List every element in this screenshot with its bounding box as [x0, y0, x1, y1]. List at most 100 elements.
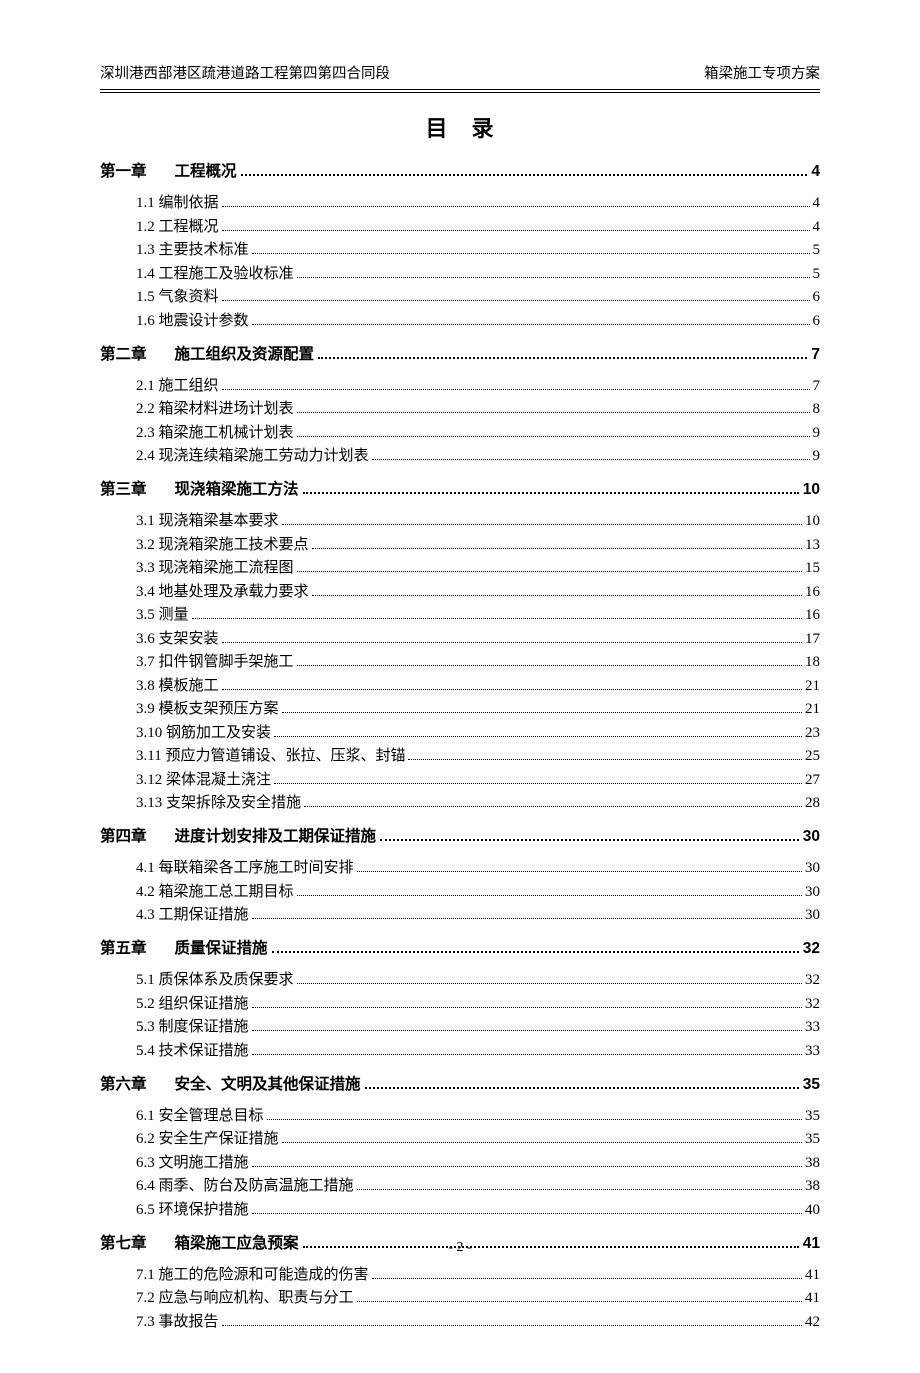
item-page: 4 — [813, 219, 821, 236]
toc-item: 4.2 箱梁施工总工期目标30 — [100, 880, 820, 901]
item-title: 梁体混凝土浇注 — [166, 768, 271, 789]
leader-dots — [312, 548, 802, 549]
leader-dots — [252, 1166, 802, 1167]
chapter-page: 30 — [803, 828, 820, 846]
item-number: 3.13 — [136, 795, 166, 812]
chapter-label: 第六章 — [100, 1072, 147, 1094]
leader-dots — [252, 918, 802, 919]
leader-dots — [222, 389, 810, 390]
header-rule — [100, 89, 820, 93]
toc-item: 6.4 雨季、防台及防高温施工措施38 — [100, 1174, 820, 1195]
item-number: 2.4 — [136, 448, 159, 465]
item-page: 15 — [805, 560, 820, 577]
item-number: 2.1 — [136, 378, 159, 395]
leader-dots — [272, 951, 799, 953]
leader-dots — [297, 665, 802, 666]
toc-item: 3.4 地基处理及承载力要求16 — [100, 580, 820, 601]
item-page: 33 — [805, 1043, 820, 1060]
toc-chapter: 第六章安全、文明及其他保证措施 35 — [100, 1072, 820, 1094]
item-number: 2.3 — [136, 425, 159, 442]
toc-chapter: 第四章进度计划安排及工期保证措施 30 — [100, 824, 820, 846]
item-title: 安全管理总目标 — [159, 1104, 264, 1125]
toc-item: 2.3 箱梁施工机械计划表 9 — [100, 421, 820, 442]
leader-dots — [241, 174, 808, 176]
leader-dots — [252, 253, 810, 254]
chapter-title: 现浇箱梁施工方法 — [175, 477, 299, 499]
item-number: 5.4 — [136, 1043, 159, 1060]
leader-dots — [297, 436, 810, 437]
item-title: 支架安装 — [159, 627, 219, 648]
item-number: 3.1 — [136, 513, 159, 530]
toc-item: 6.5 环境保护措施 40 — [100, 1198, 820, 1219]
item-number: 3.6 — [136, 631, 159, 648]
chapter-title: 质量保证措施 — [175, 936, 268, 958]
leader-dots — [297, 277, 810, 278]
item-title: 现浇连续箱梁施工劳动力计划表 — [159, 444, 369, 465]
item-page: 27 — [805, 772, 820, 789]
leader-dots — [297, 983, 802, 984]
item-title: 地基处理及承载力要求 — [159, 580, 309, 601]
chapter-page: 35 — [803, 1076, 820, 1094]
item-title: 钢筋加工及安装 — [166, 721, 271, 742]
item-page: 9 — [813, 448, 821, 465]
leader-dots — [297, 412, 810, 413]
item-title: 编制依据 — [159, 191, 219, 212]
item-number: 6.5 — [136, 1202, 159, 1219]
item-title: 支架拆除及安全措施 — [166, 791, 301, 812]
item-title: 现浇箱梁基本要求 — [159, 509, 279, 530]
leader-dots — [222, 300, 810, 301]
item-number: 4.2 — [136, 884, 159, 901]
item-page: 25 — [805, 748, 820, 765]
toc-item: 3.3 现浇箱梁施工流程图15 — [100, 556, 820, 577]
item-title: 事故报告 — [159, 1310, 219, 1331]
item-title: 气象资料 — [159, 285, 219, 306]
leader-dots — [380, 839, 799, 841]
item-page: 42 — [805, 1314, 820, 1331]
item-title: 技术保证措施 — [159, 1039, 249, 1060]
toc-item: 3.1 现浇箱梁基本要求10 — [100, 509, 820, 530]
item-page: 38 — [805, 1155, 820, 1172]
chapter-page: 7 — [811, 346, 820, 364]
item-number: 1.4 — [136, 266, 159, 283]
item-title: 工程概况 — [159, 215, 219, 236]
item-number: 3.2 — [136, 537, 159, 554]
toc-item: 2.2 箱梁材料进场计划表8 — [100, 397, 820, 418]
item-page: 5 — [813, 242, 821, 259]
item-number: 6.2 — [136, 1131, 159, 1148]
page-number: - 2 - — [0, 1240, 920, 1256]
item-title: 扣件钢管脚手架施工 — [159, 650, 294, 671]
item-number: 1.6 — [136, 313, 159, 330]
page-header: 深圳港西部港区疏港道路工程第四第四合同段 箱梁施工专项方案 — [100, 62, 820, 83]
toc-item: 3.8 模板施工21 — [100, 674, 820, 695]
toc-item: 3.12 梁体混凝土浇注27 — [100, 768, 820, 789]
item-page: 40 — [805, 1202, 820, 1219]
leader-dots — [267, 1119, 802, 1120]
item-number: 3.4 — [136, 584, 159, 601]
item-page: 6 — [813, 289, 821, 306]
item-number: 3.11 — [136, 748, 165, 765]
item-title: 工程施工及验收标准 — [159, 262, 294, 283]
item-page: 17 — [805, 631, 820, 648]
leader-dots — [252, 324, 810, 325]
toc-item: 6.2 安全生产保证措施35 — [100, 1127, 820, 1148]
item-title: 组织保证措施 — [159, 992, 249, 1013]
leader-dots — [304, 806, 802, 807]
item-title: 现浇箱梁施工流程图 — [159, 556, 294, 577]
item-title: 环境保护措施 — [159, 1198, 249, 1219]
item-title: 主要技术标准 — [159, 238, 249, 259]
toc-title: 目 录 — [100, 111, 820, 143]
toc-item: 2.4 现浇连续箱梁施工劳动力计划表 9 — [100, 444, 820, 465]
leader-dots — [252, 1007, 802, 1008]
item-page: 7 — [813, 378, 821, 395]
item-page: 30 — [805, 884, 820, 901]
item-title: 文明施工措施 — [159, 1151, 249, 1172]
item-page: 9 — [813, 425, 821, 442]
toc-chapter: 第一章工程概况4 — [100, 159, 820, 181]
leader-dots — [222, 689, 802, 690]
item-title: 箱梁施工机械计划表 — [159, 421, 294, 442]
item-page: 41 — [805, 1290, 820, 1307]
table-of-contents: 第一章工程概况41.1 编制依据41.2 工程概况41.3 主要技术标准51.4… — [100, 159, 820, 1331]
leader-dots — [365, 1087, 799, 1089]
item-title: 雨季、防台及防高温施工措施 — [159, 1174, 354, 1195]
item-title: 安全生产保证措施 — [159, 1127, 279, 1148]
